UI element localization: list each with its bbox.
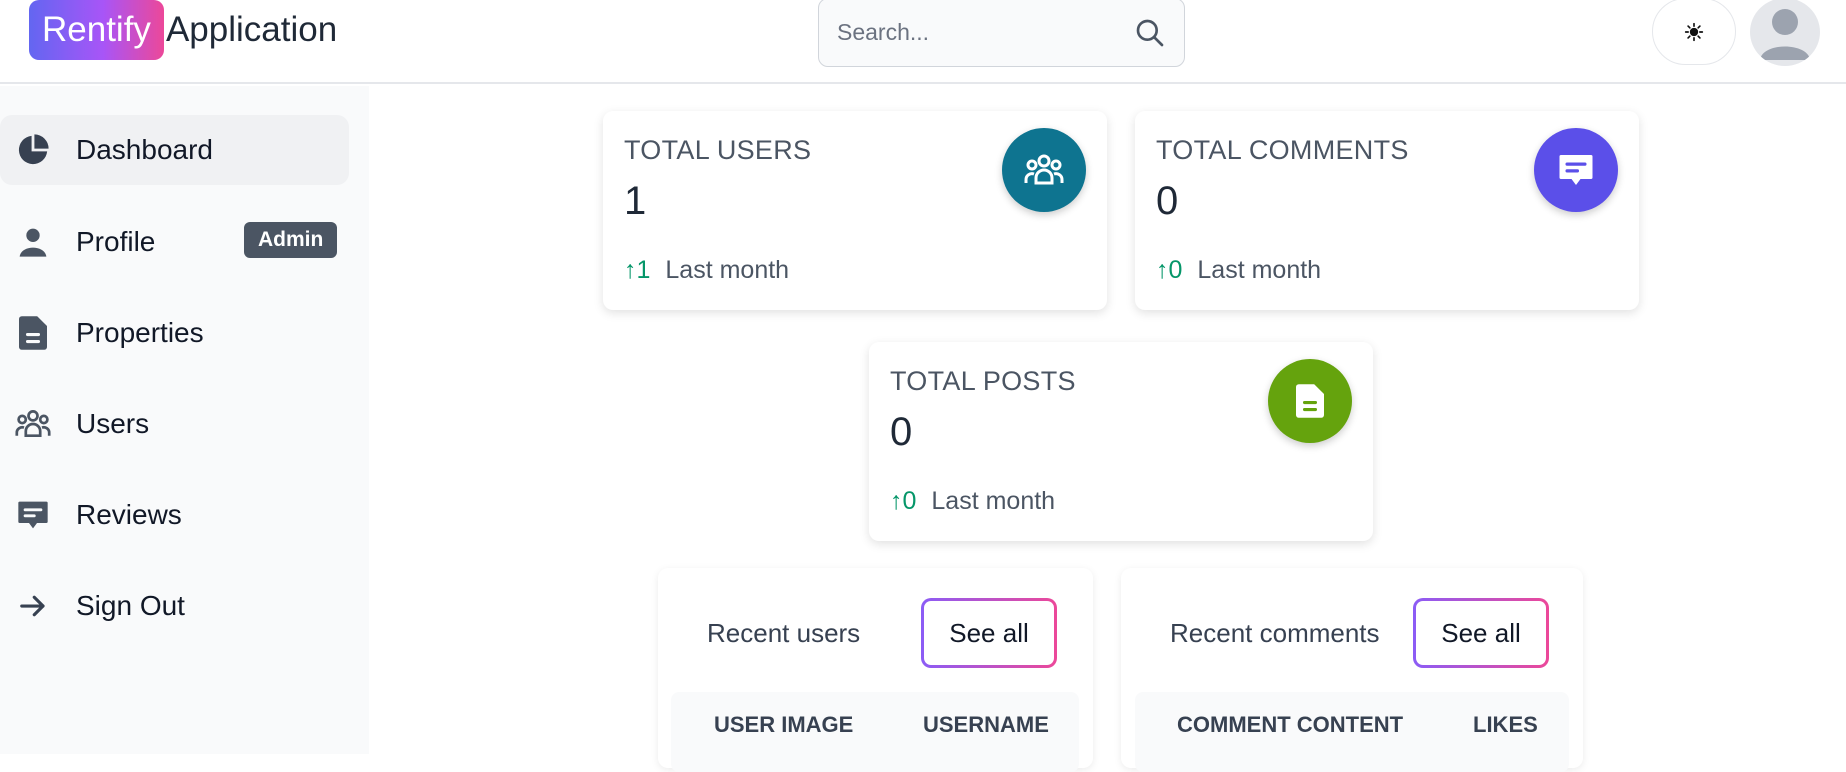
admin-badge: Admin [244,222,338,258]
card-value: 0 [890,410,913,454]
user-avatar-icon [1760,9,1810,60]
card-trend: ↑0 Last month [1156,256,1321,285]
sidebar-item-label: Dashboard [76,134,213,165]
card-title: TOTAL COMMENTS [1156,135,1409,165]
sidebar-item-label: Users [76,408,150,439]
brand-logo[interactable]: Rentify Application [29,0,337,60]
document-icon [1296,384,1324,418]
user-icon [15,224,51,260]
sun-icon [1684,22,1704,41]
column-header[interactable]: COMMENT CONTENT [1177,712,1403,738]
arrow-right-icon [15,588,51,624]
trend-text: Last month [1197,256,1322,284]
posts-circle [1268,359,1352,443]
users-group-icon [1024,154,1064,185]
sidebar-item-label: Profile [76,226,156,257]
card-trend: ↑0 Last month [890,487,1055,516]
search-box [818,0,1185,67]
column-header[interactable]: USER IMAGE [714,712,853,738]
top-header: Rentify Application [0,0,1846,84]
message-icon [15,497,51,533]
recent-users-panel: Recent users See all USER IMAGE USERNAME [658,568,1093,772]
avatar[interactable] [1750,0,1820,66]
total-comments-card: TOTAL COMMENTS 0 ↑0 Last month [1135,111,1639,310]
sidebar: Dashboard Profile Admin Properties Users… [0,86,369,754]
theme-toggle-button[interactable] [1652,0,1736,65]
sidebar-item-profile[interactable]: Profile Admin [0,207,349,277]
trend-value: 1 [636,256,651,284]
brand-text: Application [165,10,338,49]
sidebar-item-users[interactable]: Users [0,389,349,459]
table-header: USER IMAGE USERNAME [671,692,1079,772]
table-header: COMMENT CONTENT LIKES [1135,692,1569,772]
pie-chart-icon [15,132,51,168]
trend-value: 0 [1168,256,1183,284]
total-posts-card: TOTAL POSTS 0 ↑0 Last month [869,342,1373,541]
column-header[interactable]: LIKES [1473,712,1538,738]
total-users-card: TOTAL USERS 1 ↑1 Last month [603,111,1107,310]
trend-text: Last month [931,487,1056,515]
trend-up: ↑0 [1156,256,1183,284]
message-icon [1559,155,1593,185]
document-icon [15,315,51,351]
panel-title: Recent users [707,618,861,648]
sidebar-item-properties[interactable]: Properties [0,298,349,368]
column-header[interactable]: USERNAME [923,712,1049,738]
card-value: 1 [624,179,647,223]
brand-pill: Rentify [29,0,164,60]
card-title: TOTAL POSTS [890,366,1076,396]
users-circle [1002,128,1086,212]
comments-circle [1534,128,1618,212]
see-all-comments-button[interactable]: See all [1413,598,1549,668]
trend-text: Last month [665,256,790,284]
trend-up: ↑1 [624,256,651,284]
trend-up: ↑0 [890,487,917,515]
sidebar-item-label: Properties [76,317,204,348]
card-trend: ↑1 Last month [624,256,789,285]
panel-title: Recent comments [1170,618,1380,648]
search-icon[interactable] [1134,17,1166,49]
recent-comments-panel: Recent comments See all COMMENT CONTENT … [1121,568,1583,772]
sidebar-item-label: Reviews [76,499,182,530]
sidebar-item-sign-out[interactable]: Sign Out [0,571,349,641]
sidebar-item-label: Sign Out [76,590,185,621]
sidebar-item-dashboard[interactable]: Dashboard [0,115,349,185]
users-group-icon [15,406,51,442]
trend-value: 0 [902,487,917,515]
see-all-users-button[interactable]: See all [921,598,1057,668]
card-value: 0 [1156,179,1179,223]
card-title: TOTAL USERS [624,135,812,165]
sidebar-item-reviews[interactable]: Reviews [0,480,349,550]
search-input[interactable] [837,19,1134,46]
